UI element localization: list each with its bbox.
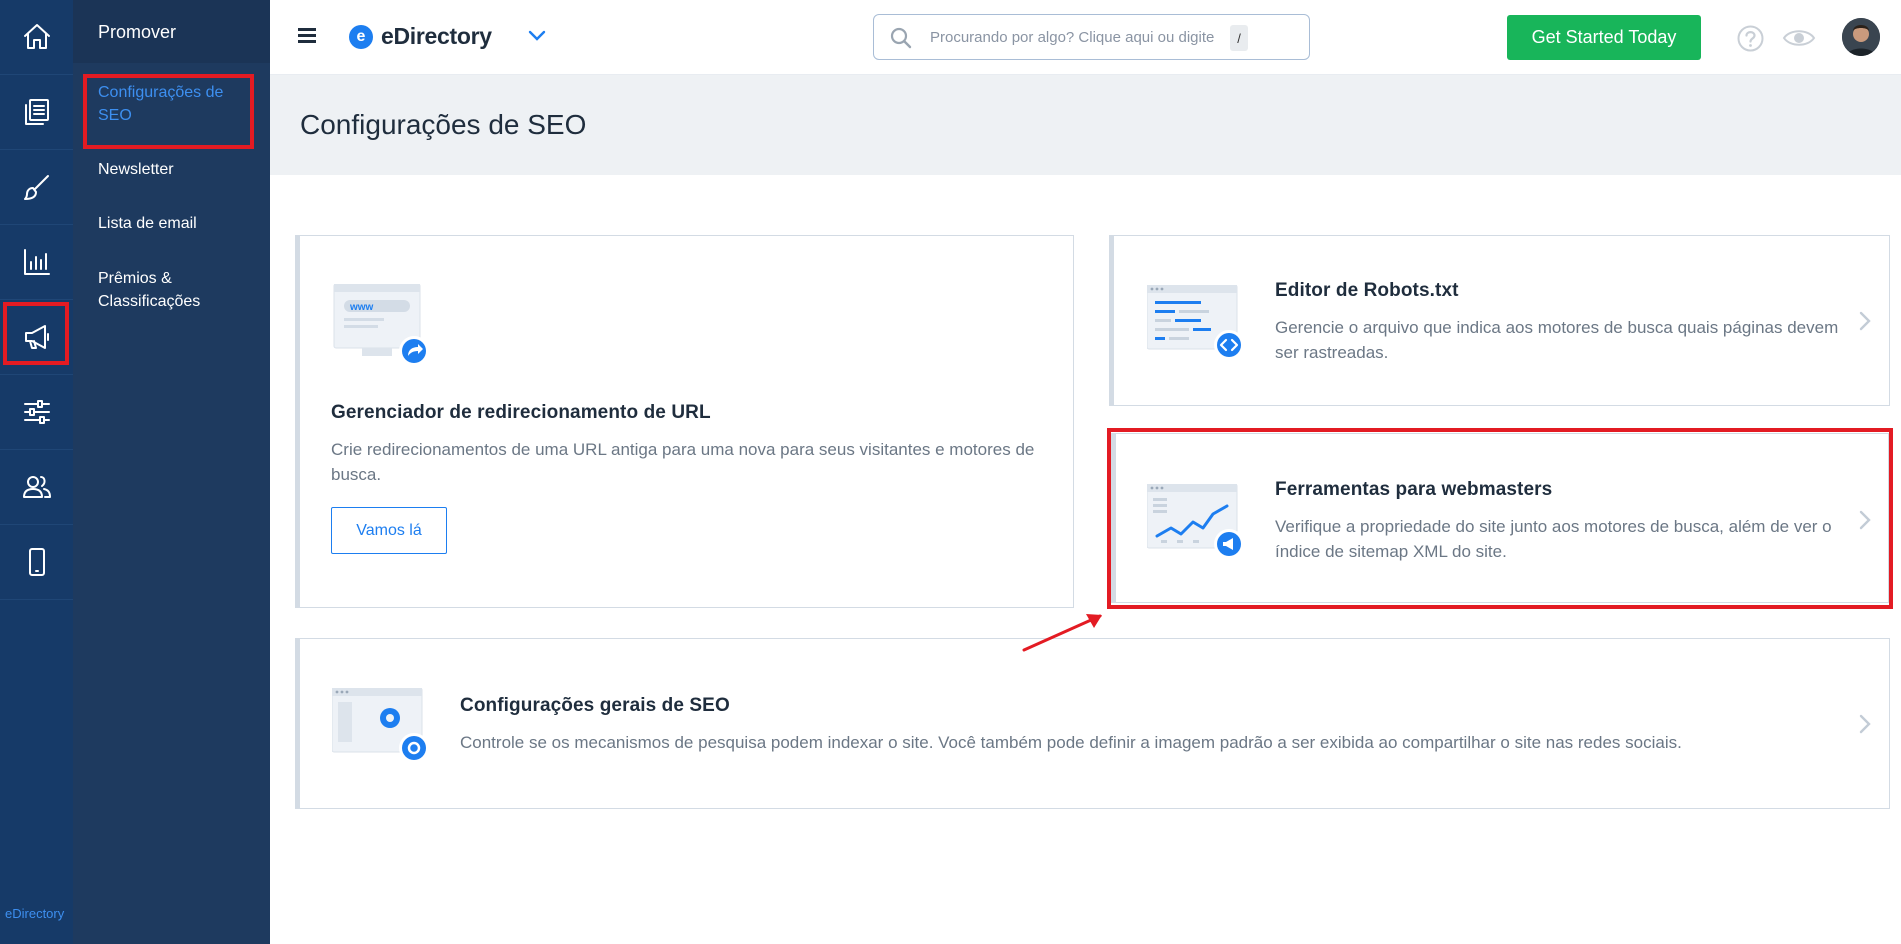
logo-text: eDirectory bbox=[381, 23, 492, 49]
card-webmaster-tools[interactable]: Ferramentas para webmasters Verifique a … bbox=[1111, 433, 1889, 603]
hamburger-menu-icon[interactable] bbox=[298, 28, 316, 43]
brush-icon bbox=[23, 175, 49, 200]
sliders-icon bbox=[23, 400, 50, 424]
search-box[interactable]: / bbox=[873, 14, 1310, 60]
card-robots-editor[interactable]: Editor de Robots.txt Gerencie o arquivo … bbox=[1109, 235, 1890, 406]
brand-logo[interactable]: e eDirectory bbox=[349, 23, 492, 50]
card-robots-editor-description: Gerencie o arquivo que indica aos motore… bbox=[1275, 318, 1839, 362]
eye-icon[interactable] bbox=[1782, 27, 1816, 49]
rail-content[interactable] bbox=[0, 75, 73, 150]
card-general-seo-description: Controle se os mecanismos de pesquisa po… bbox=[460, 733, 1682, 752]
users-icon bbox=[22, 476, 51, 498]
logo-mark: e bbox=[349, 24, 373, 49]
search-input[interactable] bbox=[930, 25, 1250, 49]
submenu-item-email-list[interactable]: Lista de email bbox=[98, 212, 248, 235]
avatar[interactable] bbox=[1842, 18, 1880, 56]
chevron-right-icon bbox=[1859, 510, 1871, 530]
card-general-seo-title: Configurações gerais de SEO bbox=[460, 695, 730, 716]
rail-home[interactable] bbox=[0, 0, 73, 75]
card-webmaster-tools-title: Ferramentas para webmasters bbox=[1275, 479, 1553, 500]
chevron-down-icon[interactable] bbox=[528, 30, 546, 42]
top-bar: e eDirectory / Get Started Today bbox=[270, 0, 1901, 75]
rail-design[interactable] bbox=[0, 150, 73, 225]
rail-mobile[interactable] bbox=[0, 525, 73, 600]
rail-brand-label: eDirectory bbox=[5, 906, 65, 921]
redirect-illustration-icon: www bbox=[333, 284, 429, 366]
general-seo-illustration-icon bbox=[332, 688, 429, 763]
page-title: Configurações de SEO bbox=[300, 109, 587, 140]
avatar-image bbox=[1842, 18, 1880, 56]
card-url-redirect: www Gerenciador de redirecionamento de U… bbox=[295, 235, 1074, 608]
www-label: www bbox=[349, 302, 374, 313]
card-robots-editor-title: Editor de Robots.txt bbox=[1275, 280, 1459, 301]
rail-promote[interactable] bbox=[0, 300, 73, 375]
chevron-right-icon bbox=[1859, 714, 1871, 734]
webmaster-illustration-icon bbox=[1147, 484, 1244, 559]
card-general-seo[interactable]: Configurações gerais de SEO Controle se … bbox=[295, 638, 1890, 809]
get-started-button[interactable]: Get Started Today bbox=[1507, 15, 1701, 60]
search-shortcut-key: / bbox=[1230, 25, 1248, 51]
page-header: Configurações de SEO bbox=[270, 75, 1901, 175]
megaphone-icon bbox=[24, 325, 49, 349]
rail-users[interactable] bbox=[0, 450, 73, 525]
lets-go-button[interactable]: Vamos lá bbox=[331, 507, 447, 554]
mobile-icon bbox=[28, 548, 45, 576]
card-url-redirect-description: Crie redirecionamentos de uma URL antiga… bbox=[331, 440, 1035, 484]
submenu-title: Promover bbox=[73, 0, 270, 63]
robots-illustration-icon bbox=[1147, 285, 1244, 360]
content-icon bbox=[24, 99, 49, 125]
submenu-item-awards[interactable]: Prêmios & Classificações bbox=[98, 267, 248, 313]
rail-reports[interactable] bbox=[0, 225, 73, 300]
card-url-redirect-title: Gerenciador de redirecionamento de URL bbox=[331, 402, 711, 423]
help-icon[interactable] bbox=[1737, 25, 1764, 52]
rail-settings[interactable] bbox=[0, 375, 73, 450]
chart-icon bbox=[23, 249, 50, 275]
home-icon bbox=[23, 24, 50, 49]
submenu-item-seo-settings[interactable]: Configurações de SEO bbox=[98, 81, 248, 127]
icon-rail: eDirectory bbox=[0, 0, 73, 944]
search-icon bbox=[890, 27, 912, 49]
card-webmaster-tools-description: Verifique a propriedade do site junto ao… bbox=[1275, 517, 1832, 561]
chevron-right-icon bbox=[1859, 311, 1871, 331]
submenu-item-newsletter[interactable]: Newsletter bbox=[98, 158, 248, 181]
sub-menu: Promover Configurações de SEO Newsletter… bbox=[73, 0, 270, 944]
